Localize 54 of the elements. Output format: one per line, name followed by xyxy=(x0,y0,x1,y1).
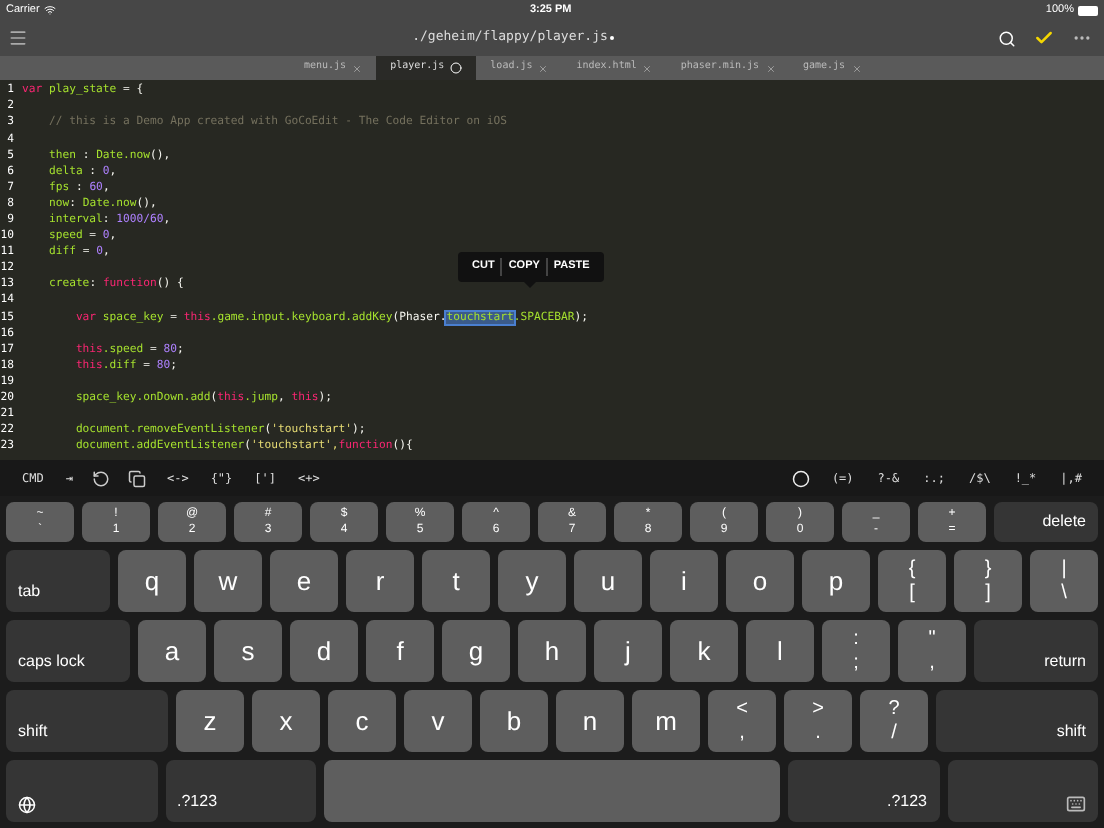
letter-key[interactable]: a xyxy=(138,620,206,682)
function-key[interactable]: delete xyxy=(994,502,1098,542)
letter-key[interactable]: o xyxy=(726,550,794,612)
circle-icon[interactable] xyxy=(791,469,810,487)
letter-key[interactable]: g xyxy=(442,620,510,682)
letter-key[interactable]: c xyxy=(328,690,396,752)
letter-key[interactable]: d xyxy=(290,620,358,682)
symbol-key[interactable]: " , xyxy=(898,620,966,682)
letter-key[interactable]: j xyxy=(594,620,662,682)
function-key[interactable]: .?123 xyxy=(165,760,316,822)
letter-key[interactable]: n xyxy=(556,690,624,752)
letter-key[interactable]: b xyxy=(480,690,548,752)
letter-key[interactable]: i xyxy=(650,550,718,612)
letter-key[interactable]: t xyxy=(422,550,490,612)
function-key[interactable]: caps lock xyxy=(6,620,130,682)
function-key[interactable]: tab xyxy=(6,550,110,612)
letter-key[interactable]: x xyxy=(252,690,320,752)
unsaved-icon xyxy=(450,62,463,74)
symbol-key[interactable]: } ] xyxy=(954,550,1022,612)
letter-key[interactable]: q xyxy=(118,550,186,612)
symbol-key[interactable]: | \ xyxy=(1030,550,1098,612)
letter-key[interactable]: w xyxy=(194,550,262,612)
copy-icon[interactable] xyxy=(128,469,147,487)
search-icon[interactable] xyxy=(998,29,1016,47)
letter-key[interactable]: f xyxy=(366,620,434,682)
menu-icon[interactable] xyxy=(8,28,28,48)
letter-key[interactable]: k xyxy=(670,620,738,682)
dismiss-keyboard-key[interactable] xyxy=(947,760,1098,822)
letter-key[interactable]: u xyxy=(574,550,642,612)
symbol-key[interactable]: < , xyxy=(708,690,776,752)
letter-key[interactable]: s xyxy=(214,620,282,682)
letter-key[interactable]: m xyxy=(632,690,700,752)
symbol-key[interactable]: > . xyxy=(784,690,852,752)
letter-key[interactable]: r xyxy=(346,550,414,612)
symbol-key[interactable]: ? / xyxy=(860,690,928,752)
letter-key[interactable]: v xyxy=(404,690,472,752)
keyboard-icon xyxy=(1066,794,1086,814)
function-key[interactable]: shift xyxy=(936,690,1098,752)
function-key[interactable]: shift xyxy=(6,690,168,752)
letter-key[interactable]: y xyxy=(498,550,566,612)
letter-key[interactable]: e xyxy=(270,550,338,612)
letter-key[interactable]: l xyxy=(746,620,814,682)
function-key[interactable]: .?123 xyxy=(788,760,939,822)
letter-key[interactable]: p xyxy=(802,550,870,612)
globe-icon xyxy=(18,796,36,814)
wifi-icon xyxy=(43,4,56,16)
function-key[interactable]: return xyxy=(974,620,1098,682)
symbol-key[interactable]: : ; xyxy=(822,620,890,682)
letter-key[interactable]: h xyxy=(518,620,586,682)
letter-key[interactable]: z xyxy=(176,690,244,752)
check-icon[interactable] xyxy=(1034,28,1054,48)
battery-icon xyxy=(1078,5,1098,15)
undo-icon[interactable] xyxy=(92,469,111,487)
symbol-key[interactable]: { [ xyxy=(878,550,946,612)
